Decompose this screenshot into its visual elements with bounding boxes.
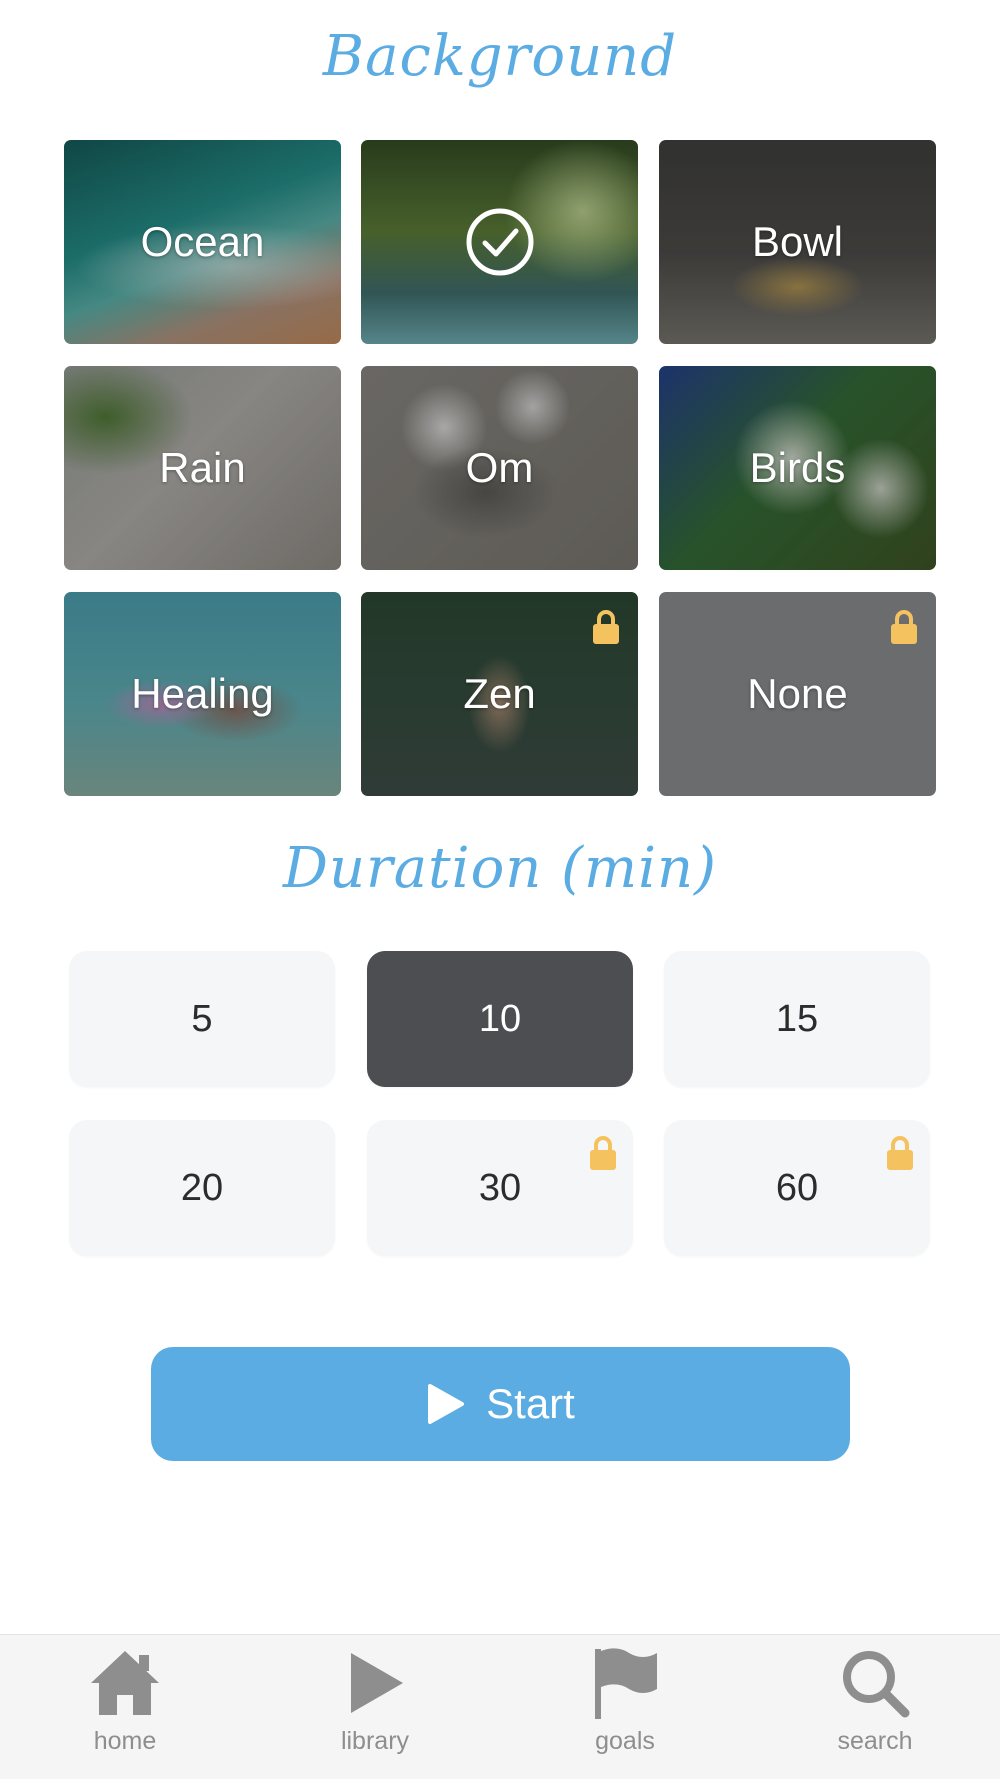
- play-icon: [428, 1384, 465, 1424]
- tile-label: Zen: [463, 670, 536, 717]
- duration-option-30[interactable]: 30: [367, 1120, 633, 1256]
- lock-icon: [891, 610, 917, 644]
- background-tile-rain[interactable]: Rain: [64, 366, 341, 570]
- duration-label: 15: [775, 997, 819, 1040]
- tile-label: Bowl: [751, 218, 844, 265]
- lock-icon: [590, 1136, 616, 1170]
- lock-icon: [887, 1136, 913, 1170]
- duration-option-10-selected[interactable]: 10: [367, 951, 633, 1087]
- nav-item-search[interactable]: search: [805, 1645, 945, 1769]
- lock-icon: [593, 610, 619, 644]
- duration-section-title: Duration (min): [283, 836, 717, 901]
- search-icon: [843, 1651, 910, 1718]
- background-tile-zen[interactable]: Zen: [361, 592, 638, 796]
- duration-option-5[interactable]: 5: [69, 951, 335, 1087]
- background-tile-om[interactable]: Om: [361, 366, 638, 570]
- duration-label: 20: [180, 1166, 224, 1209]
- duration-label: 30: [478, 1166, 522, 1209]
- nav-label: goals: [595, 1727, 655, 1755]
- background-tile-healing[interactable]: Healing: [64, 592, 341, 796]
- nav-label: search: [837, 1727, 913, 1755]
- background-tile-none[interactable]: None: [659, 592, 936, 796]
- tile-label: Ocean: [140, 218, 265, 265]
- tile-label: None: [747, 670, 848, 717]
- background-tile-birds[interactable]: Birds: [659, 366, 936, 570]
- tile-label: Healing: [131, 670, 274, 717]
- nav-item-goals[interactable]: goals: [555, 1645, 695, 1769]
- background-tile-forest-selected[interactable]: [361, 140, 638, 344]
- start-button[interactable]: Start: [151, 1347, 850, 1461]
- duration-label: 5: [191, 997, 213, 1040]
- bottom-nav: home library goals search: [0, 1634, 1000, 1779]
- duration-label: 10: [478, 997, 522, 1040]
- duration-option-20[interactable]: 20: [69, 1120, 335, 1256]
- nav-label: home: [93, 1727, 157, 1755]
- duration-option-15[interactable]: 15: [664, 951, 930, 1087]
- duration-label: 60: [775, 1166, 819, 1209]
- tile-label: Om: [465, 444, 534, 491]
- flag-icon: [595, 1648, 657, 1719]
- background-tile-ocean[interactable]: Ocean: [64, 140, 341, 344]
- duration-option-60[interactable]: 60: [664, 1120, 930, 1256]
- tile-label: Birds: [749, 444, 846, 491]
- nav-item-home[interactable]: home: [55, 1645, 195, 1769]
- checkmark-icon: [466, 208, 533, 276]
- nav-label: library: [340, 1727, 410, 1755]
- home-icon: [91, 1651, 159, 1715]
- start-button-label: Start: [486, 1380, 575, 1427]
- background-tile-bowl[interactable]: Bowl: [659, 140, 936, 344]
- nav-item-library[interactable]: library: [305, 1645, 445, 1769]
- background-section-title: Background: [322, 24, 678, 89]
- play-icon: [351, 1653, 403, 1713]
- tile-label: Rain: [159, 444, 246, 491]
